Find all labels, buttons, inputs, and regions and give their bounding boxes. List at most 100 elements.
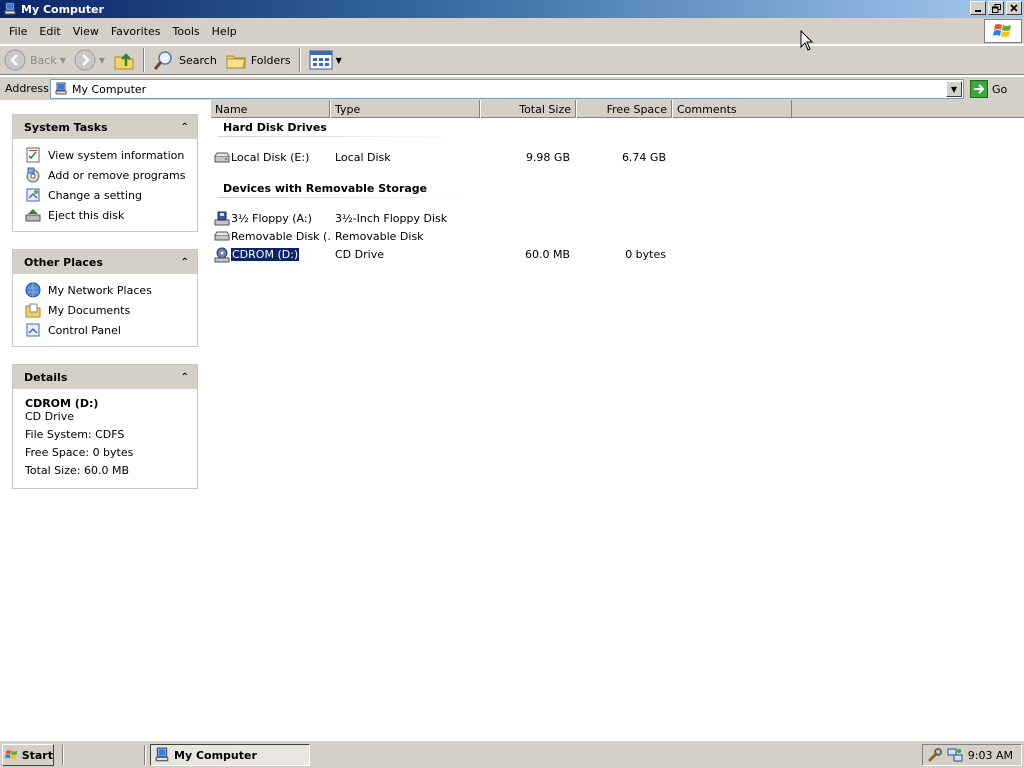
my-documents-icon — [25, 302, 41, 318]
back-arrow-icon — [4, 49, 26, 71]
taskbar-grip[interactable] — [144, 745, 146, 765]
window-title: My Computer — [21, 2, 104, 16]
system-tasks-panel: System Tasks ⌃ View system information A… — [12, 114, 198, 232]
drive-type: Removable Disk — [335, 230, 424, 243]
mouse-cursor-icon — [800, 30, 814, 51]
drive-total-size — [480, 210, 570, 227]
column-header-free-space[interactable]: Free Space — [576, 100, 672, 118]
add-remove-programs-link[interactable]: Add or remove programs — [25, 165, 197, 185]
drive-row[interactable]: 3½ Floppy (A:) 3½-Inch Floppy Disk — [210, 210, 1024, 227]
drive-type: 3½-Inch Floppy Disk — [335, 212, 448, 225]
chevron-down-icon: ▼ — [950, 84, 958, 94]
removable-disk-icon — [214, 229, 230, 245]
search-button[interactable]: Search — [149, 47, 221, 73]
drive-free-space — [576, 228, 666, 245]
cd-drive-icon — [214, 247, 230, 263]
views-button[interactable]: ▼ — [305, 47, 346, 73]
chevron-down-icon[interactable]: ▼ — [60, 56, 66, 65]
chevron-down-icon[interactable]: ▼ — [99, 56, 105, 65]
go-arrow-icon — [970, 80, 988, 98]
menu-tools[interactable]: Tools — [167, 25, 206, 38]
drive-row[interactable]: Local Disk (E:) Local Disk 9.98 GB 6.74 … — [210, 149, 1024, 166]
system-tasks-title: System Tasks — [24, 120, 108, 134]
view-system-information-link[interactable]: View system information — [25, 145, 197, 165]
menu-favorites[interactable]: Favorites — [105, 25, 167, 38]
minimize-button[interactable] — [970, 1, 986, 15]
drive-name: Removable Disk (... — [231, 230, 332, 243]
taskbar: Start My Computer 9:03 AM — [0, 740, 1024, 768]
control-panel-link[interactable]: Control Panel — [25, 320, 197, 340]
title-bar[interactable]: My Computer — [0, 0, 1024, 18]
group-divider — [218, 197, 480, 198]
folders-icon — [226, 55, 246, 69]
details-panel: Details ⌃ CDROM (D:) CD Drive File Syste… — [12, 364, 198, 489]
my-computer-icon — [3, 2, 17, 16]
forward-arrow-icon — [74, 49, 96, 71]
restore-button[interactable] — [988, 1, 1004, 15]
column-header-comments[interactable]: Comments — [672, 100, 792, 118]
collapse-chevron-icon[interactable]: ⌃ — [181, 122, 189, 133]
back-button[interactable]: Back ▼ — [0, 47, 70, 73]
details-total-size: Total Size: 60.0 MB — [25, 464, 129, 477]
column-header-name[interactable]: Name — [210, 100, 330, 118]
details-header[interactable]: Details ⌃ — [13, 365, 197, 389]
address-dropdown-button[interactable]: ▼ — [946, 81, 962, 97]
menu-edit[interactable]: Edit — [33, 25, 66, 38]
add-remove-programs-icon — [25, 167, 41, 183]
group-title-removable-storage: Devices with Removable Storage — [223, 182, 428, 195]
start-button[interactable]: Start — [2, 744, 54, 766]
close-icon — [1010, 4, 1018, 12]
go-label: Go — [992, 82, 1008, 96]
chevron-down-icon[interactable]: ▼ — [336, 56, 342, 65]
start-label: Start — [21, 748, 53, 762]
address-input[interactable]: My Computer ▼ — [50, 79, 964, 99]
task-link-label: View system information — [48, 148, 185, 162]
close-button[interactable] — [1006, 1, 1022, 15]
search-icon — [153, 51, 172, 70]
drive-row-selected[interactable]: CDROM (D:) CD Drive 60.0 MB 0 bytes — [210, 246, 1024, 263]
task-pane: System Tasks ⌃ View system information A… — [0, 100, 210, 740]
address-value: My Computer — [72, 82, 147, 96]
drive-list-view[interactable]: Name Type Total Size Free Space Comments… — [210, 100, 1024, 740]
search-label: Search — [179, 53, 217, 67]
details-free-space: Free Space: 0 bytes — [25, 446, 134, 459]
menu-help[interactable]: Help — [206, 25, 243, 38]
taskbar-grip[interactable] — [62, 745, 64, 765]
go-button[interactable]: Go — [970, 79, 1007, 99]
menu-bar: File Edit View Favorites Tools Help — [0, 18, 1024, 45]
collapse-chevron-icon[interactable]: ⌃ — [181, 372, 189, 383]
menu-view[interactable]: View — [67, 25, 105, 38]
up-folder-icon — [114, 53, 134, 70]
drive-free-space: 6.74 GB — [621, 151, 666, 164]
task-link-label: My Documents — [48, 303, 131, 317]
folders-label: Folders — [250, 53, 291, 67]
system-clock: 9:03 AM — [967, 748, 1013, 762]
tray-tools-icon[interactable] — [927, 747, 943, 763]
column-header-type[interactable]: Type — [330, 100, 480, 118]
collapse-chevron-icon[interactable]: ⌃ — [181, 257, 189, 268]
eject-this-disk-link[interactable]: Eject this disk — [25, 205, 197, 225]
restore-icon — [991, 3, 1001, 13]
system-tasks-header[interactable]: System Tasks ⌃ — [13, 115, 197, 139]
taskbar-button-my-computer[interactable]: My Computer — [150, 744, 310, 766]
change-a-setting-link[interactable]: Change a setting — [25, 185, 197, 205]
drive-name: 3½ Floppy (A:) — [231, 212, 312, 225]
my-network-places-link[interactable]: My Network Places — [25, 280, 197, 300]
control-setting-icon — [25, 187, 41, 203]
drive-total-size — [480, 228, 570, 245]
up-folder-button[interactable] — [109, 47, 139, 73]
floppy-drive-icon — [214, 211, 230, 227]
column-header-total-size[interactable]: Total Size — [480, 100, 576, 118]
group-divider — [218, 136, 480, 137]
folders-button[interactable]: Folders — [221, 47, 295, 73]
group-title-hard-disk-drives: Hard Disk Drives — [223, 121, 327, 134]
drive-row[interactable]: Removable Disk (... Removable Disk — [210, 228, 1024, 245]
drive-free-space — [576, 210, 666, 227]
drive-type: CD Drive — [335, 248, 384, 261]
menu-file[interactable]: File — [3, 25, 33, 38]
other-places-header[interactable]: Other Places ⌃ — [13, 250, 197, 274]
tray-network-icon[interactable] — [947, 747, 963, 763]
forward-button[interactable]: ▼ — [70, 47, 109, 73]
my-documents-link[interactable]: My Documents — [25, 300, 197, 320]
views-icon — [309, 50, 333, 70]
